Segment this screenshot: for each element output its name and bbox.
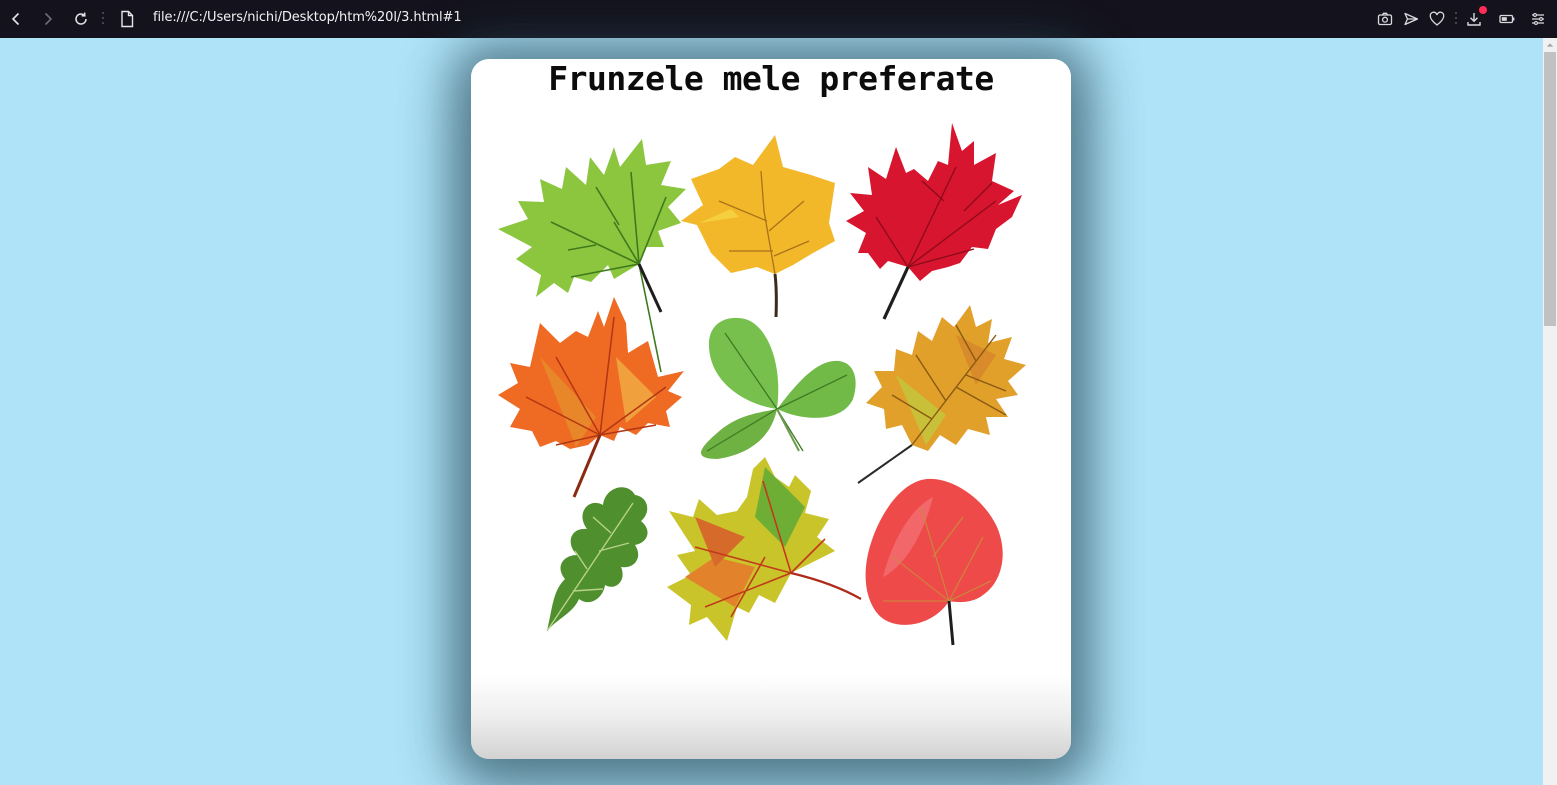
red-heart-leaf <box>863 477 1005 646</box>
camera-icon[interactable] <box>1375 9 1395 29</box>
orange-maple-leaf <box>496 297 686 503</box>
red-maple-leaf <box>844 121 1024 321</box>
yellow-leaf <box>679 131 839 319</box>
green-oak-leaf <box>543 479 657 635</box>
green-maple-leaf <box>496 127 686 373</box>
toolbar-separator <box>101 12 105 26</box>
menu-icon[interactable] <box>1528 9 1548 29</box>
heart-icon[interactable] <box>1427 9 1447 29</box>
chevron-left-icon[interactable] <box>5 8 27 30</box>
scroll-up-icon[interactable] <box>1543 38 1557 52</box>
download-badge <box>1479 6 1487 14</box>
page-title: Frunzele mele preferate <box>548 59 994 98</box>
scrollbar-thumb[interactable] <box>1544 52 1556 326</box>
vertical-scrollbar[interactable] <box>1543 38 1557 785</box>
send-icon[interactable] <box>1401 9 1421 29</box>
orange-oak-leaf <box>856 295 1028 485</box>
browser-toolbar: file:///C:/Users/nichi/Desktop/htm%20l/3… <box>0 0 1557 38</box>
address-bar[interactable]: file:///C:/Users/nichi/Desktop/htm%20l/3… <box>153 10 462 25</box>
toolbar-separator <box>1454 12 1458 26</box>
chevron-right-icon[interactable] <box>37 8 59 30</box>
leaves-card: Frunzele mele preferate <box>471 59 1071 759</box>
yellow-green-maple-leaf <box>665 457 862 643</box>
green-trifoliate-leaf <box>687 313 859 459</box>
page-icon <box>119 10 135 28</box>
battery-icon[interactable] <box>1497 9 1517 29</box>
reload-icon[interactable] <box>70 8 92 30</box>
